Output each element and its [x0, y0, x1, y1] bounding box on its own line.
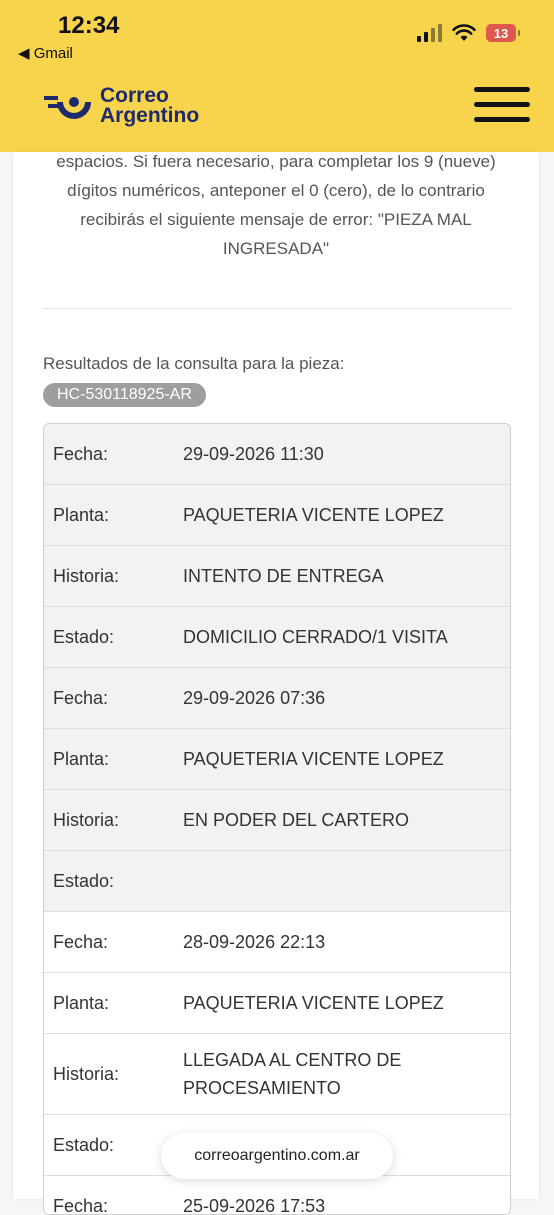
row-key: Historia: [44, 566, 183, 587]
back-to-gmail-link[interactable]: ◀ Gmail [18, 44, 73, 62]
row-key: Estado: [44, 627, 183, 648]
status-icons: 13 [417, 24, 516, 42]
row-key: Planta: [44, 749, 183, 770]
row-value: 25-09-2026 17:53 [183, 1196, 510, 1215]
row-key: Historia: [44, 1064, 183, 1085]
table-row: Planta: PAQUETERIA VICENTE LOPEZ [44, 485, 510, 546]
status-time: 12:34 [58, 12, 119, 40]
menu-hamburger-icon[interactable] [474, 87, 530, 123]
row-value: DOMICILIO CERRADO/1 VISITA [183, 627, 510, 648]
row-value: 28-09-2026 22:13 [183, 932, 510, 953]
cellular-signal-icon [417, 24, 442, 42]
row-value: EN PODER DEL CARTERO [183, 810, 510, 831]
wifi-icon [452, 24, 476, 42]
row-value: PAQUETERIA VICENTE LOPEZ [183, 505, 510, 526]
logo-line-2: Argentino [100, 106, 199, 126]
row-key: Fecha: [44, 1196, 183, 1215]
table-row: Fecha: 28-09-2026 22:13 [44, 912, 510, 973]
table-row: Estado: [44, 851, 510, 912]
divider [43, 308, 511, 309]
table-row: Historia: EN PODER DEL CARTERO [44, 790, 510, 851]
results-label: Resultados de la consulta para la pieza: [43, 354, 344, 374]
row-key: Historia: [44, 810, 183, 831]
row-value: PAQUETERIA VICENTE LOPEZ [183, 749, 510, 770]
row-value: 29-09-2026 11:30 [183, 444, 510, 465]
table-row: Estado: DOMICILIO CERRADO/1 VISITA [44, 607, 510, 668]
content-card: espacios. Si fuera necesario, para compl… [13, 152, 539, 1199]
row-key: Estado: [44, 871, 183, 892]
row-key: Planta: [44, 993, 183, 1014]
table-row: Historia: LLEGADA AL CENTRO DE PROCESAMI… [44, 1034, 510, 1115]
row-key: Fecha: [44, 688, 183, 709]
table-row: Fecha: 25-09-2026 17:53 [44, 1176, 510, 1215]
row-value: 29-09-2026 07:36 [183, 688, 510, 709]
row-key: Fecha: [44, 444, 183, 465]
logo-mark-icon [44, 88, 92, 124]
correo-argentino-logo[interactable]: Correo Argentino [44, 86, 199, 126]
table-row: Fecha: 29-09-2026 11:30 [44, 424, 510, 485]
tracking-table: Fecha: 29-09-2026 11:30 Planta: PAQUETER… [43, 423, 511, 1215]
site-header: 12:34 ◀ Gmail 13 Correo Argentino [0, 0, 554, 152]
table-row: Historia: INTENTO DE ENTREGA [44, 546, 510, 607]
piece-id-badge: HC-530118925-AR [43, 383, 206, 407]
logo-line-1: Correo [100, 86, 199, 106]
table-row: Planta: PAQUETERIA VICENTE LOPEZ [44, 973, 510, 1034]
row-value: LLEGADA AL CENTRO DE PROCESAMIENTO [183, 1046, 510, 1102]
instructions-text: espacios. Si fuera necesario, para compl… [13, 147, 539, 263]
row-value: PAQUETERIA VICENTE LOPEZ [183, 993, 510, 1014]
row-value: INTENTO DE ENTREGA [183, 566, 510, 587]
row-key: Fecha: [44, 932, 183, 953]
table-row: Planta: PAQUETERIA VICENTE LOPEZ [44, 729, 510, 790]
row-key: Planta: [44, 505, 183, 526]
battery-icon: 13 [486, 24, 516, 42]
table-row: Fecha: 29-09-2026 07:36 [44, 668, 510, 729]
browser-url-bar[interactable]: correoargentino.com.ar [161, 1133, 393, 1179]
